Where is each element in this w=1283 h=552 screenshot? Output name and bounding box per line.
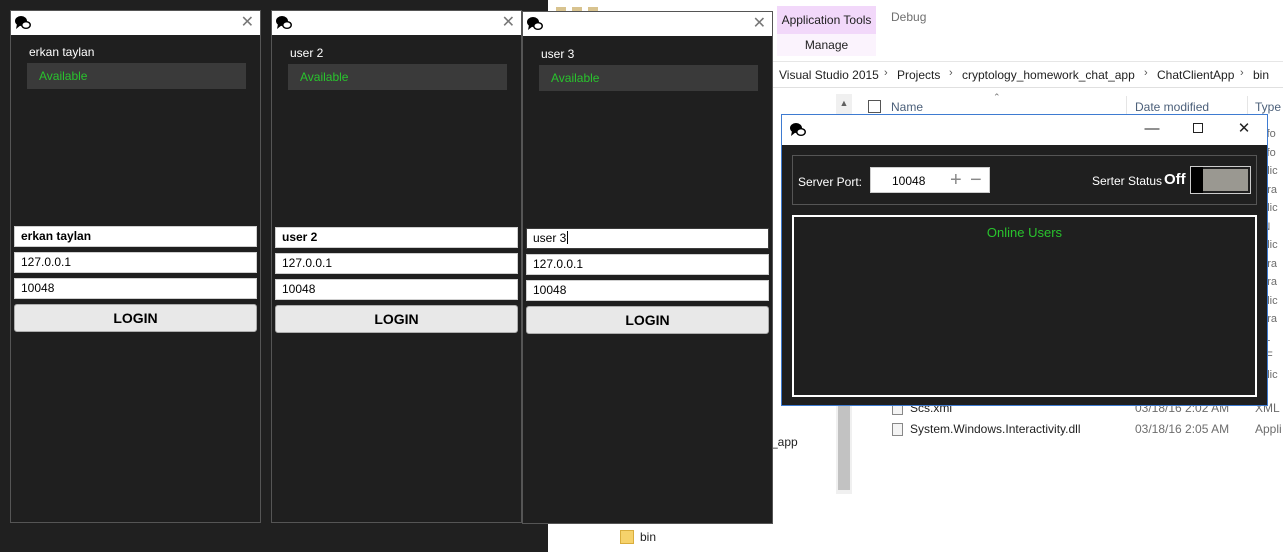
server-window: — ✕ Server Port: 10048 + − Serter Status…	[781, 114, 1268, 406]
breadcrumb-visual-studio[interactable]: Visual Studio 2015	[779, 68, 879, 82]
folder-icon	[620, 530, 634, 544]
column-type[interactable]: Type	[1255, 100, 1281, 114]
breadcrumb-bin[interactable]: bin	[1253, 68, 1269, 82]
chat-bubbles-icon	[527, 17, 543, 30]
server-status-label: Serter Status	[1092, 174, 1163, 188]
file-type: Appli	[1255, 422, 1282, 436]
tab-application-tools[interactable]: Application Tools	[777, 6, 876, 34]
nav-item-partial[interactable]: _app	[771, 435, 798, 449]
username-field[interactable]: erkan taylan	[14, 226, 257, 247]
minus-icon[interactable]: −	[970, 168, 982, 192]
plus-icon[interactable]: +	[950, 168, 962, 192]
breadcrumb-projects[interactable]: Projects	[897, 68, 940, 82]
title-bar[interactable]: ✕	[523, 12, 772, 36]
server-port-label: Server Port:	[798, 175, 863, 189]
title-bar[interactable]: ✕	[11, 11, 260, 35]
ip-field[interactable]: 127.0.0.1	[14, 252, 257, 273]
breadcrumb-chatclientapp[interactable]: ChatClientApp	[1157, 68, 1234, 82]
port-field[interactable]: 10048	[526, 280, 769, 301]
server-control-bar: Server Port: 10048 + − Serter Status Off	[792, 155, 1257, 205]
tab-debug[interactable]: Debug	[891, 10, 926, 24]
tab-manage[interactable]: Manage	[777, 34, 876, 56]
scroll-up-icon[interactable]: ▲	[836, 94, 852, 112]
server-port-value[interactable]: 10048	[892, 174, 925, 188]
server-status-value: Off	[1164, 171, 1186, 188]
column-divider[interactable]	[1126, 96, 1127, 116]
online-users-title: Online Users	[986, 225, 1063, 240]
username-label: erkan taylan	[29, 45, 95, 59]
close-icon[interactable]: ✕	[502, 13, 515, 33]
username-field-text: user 3	[533, 231, 567, 245]
online-users-panel: Online Users	[792, 215, 1257, 397]
chevron-right-icon: ›	[1144, 67, 1148, 79]
minimize-icon[interactable]: —	[1129, 115, 1175, 145]
file-name: System.Windows.Interactivity.dll	[910, 422, 1081, 436]
port-field[interactable]: 10048	[14, 278, 257, 299]
chat-bubbles-icon	[276, 16, 292, 29]
maximize-icon[interactable]	[1175, 115, 1221, 145]
close-icon[interactable]: ✕	[1221, 115, 1267, 145]
login-button[interactable]: LOGIN	[14, 304, 257, 332]
select-all-checkbox[interactable]	[868, 100, 881, 113]
username-label: user 2	[290, 46, 324, 60]
close-icon[interactable]: ✕	[753, 14, 766, 34]
server-port-stepper[interactable]: 10048 + −	[870, 167, 990, 193]
client-window-2: ✕ user 2 Available user 2 127.0.0.1 1004…	[271, 10, 522, 523]
chevron-right-icon: ›	[949, 67, 953, 79]
username-field[interactable]: user 3	[526, 228, 769, 249]
client-window-3: ✕ user 3 Available user 3 127.0.0.1 1004…	[522, 11, 773, 524]
column-name[interactable]: Name	[891, 100, 923, 114]
ip-field[interactable]: 127.0.0.1	[526, 254, 769, 275]
status-badge: Available	[539, 65, 758, 91]
toggle-knob[interactable]	[1191, 167, 1203, 193]
title-bar[interactable]: — ✕	[782, 115, 1267, 145]
chevron-right-icon: ›	[1240, 67, 1244, 79]
username-field[interactable]: user 2	[275, 227, 518, 248]
client-window-1: ✕ erkan taylan Available erkan taylan 12…	[10, 10, 261, 523]
ip-field[interactable]: 127.0.0.1	[275, 253, 518, 274]
status-badge: Available	[288, 64, 507, 90]
username-label: user 3	[541, 47, 575, 61]
text-caret	[567, 231, 569, 244]
nav-item-bin[interactable]: bin	[640, 530, 656, 544]
title-bar[interactable]: ✕	[272, 11, 521, 35]
column-date-modified[interactable]: Date modified	[1135, 100, 1209, 114]
column-divider[interactable]	[1247, 96, 1248, 116]
status-badge: Available	[27, 63, 246, 89]
sort-caret-icon: ⌃	[993, 92, 1001, 102]
login-button[interactable]: LOGIN	[275, 305, 518, 333]
chat-bubbles-icon	[15, 16, 31, 29]
server-toggle[interactable]	[1190, 166, 1251, 194]
chevron-right-icon: ›	[884, 67, 888, 79]
close-icon[interactable]: ✕	[241, 13, 254, 33]
port-field[interactable]: 10048	[275, 279, 518, 300]
login-button[interactable]: LOGIN	[526, 306, 769, 334]
dll-file-icon	[892, 423, 903, 436]
chat-bubbles-icon	[790, 123, 806, 136]
file-date: 03/18/16 2:05 AM	[1135, 422, 1230, 436]
breadcrumb-project-folder[interactable]: cryptology_homework_chat_app	[962, 68, 1135, 82]
